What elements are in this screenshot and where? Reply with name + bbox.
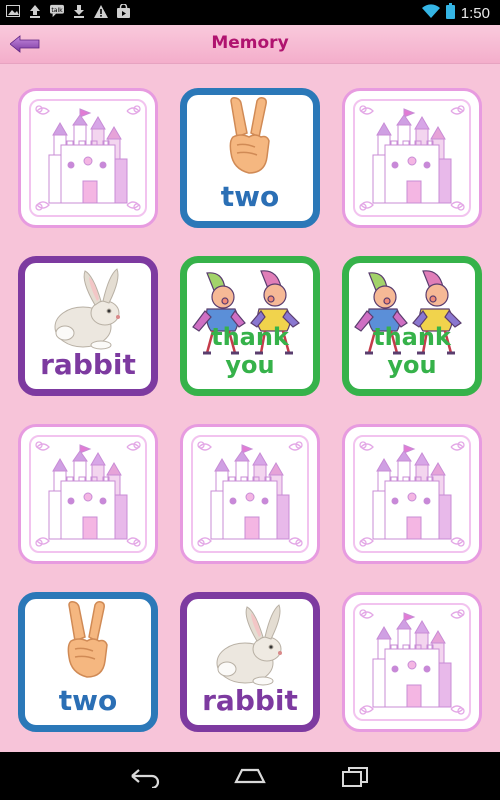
page-title: Memory	[211, 33, 289, 53]
memory-card-rabbit[interactable]: rabbit	[18, 256, 158, 396]
upload-icon	[28, 4, 42, 18]
title-bar: Memory	[0, 25, 500, 64]
memory-card-grid: two rabbit thank you thank you two rabbi…	[18, 88, 482, 738]
castle-icon	[35, 441, 141, 547]
memory-card-two[interactable]: two	[180, 88, 320, 228]
nav-recent-apps-button[interactable]	[338, 764, 372, 788]
nav-home-button[interactable]	[233, 764, 267, 788]
card-image	[205, 601, 295, 691]
two-fingers-icon	[67, 601, 108, 678]
memory-card-facedown[interactable]	[342, 88, 482, 228]
castle-icon	[359, 105, 465, 211]
app-screen: Memory two rabbit thank you thank you tw…	[0, 25, 500, 752]
warning-icon	[94, 4, 108, 18]
rabbit-icon	[54, 268, 120, 350]
two-fingers-icon	[229, 97, 270, 174]
card-word: rabbit	[202, 684, 298, 717]
card-image	[349, 95, 475, 225]
memory-card-thank-you[interactable]: thank you	[180, 256, 320, 396]
back-icon	[131, 769, 160, 790]
card-image	[25, 95, 151, 225]
notification-icons: talk	[6, 4, 130, 18]
card-word: thank you	[373, 323, 451, 379]
navigation-bar	[0, 752, 500, 800]
clock: 1:50	[460, 4, 490, 22]
card-word: rabbit	[40, 348, 136, 381]
image-notification-icon	[6, 4, 20, 18]
home-icon	[234, 768, 266, 784]
memory-card-facedown[interactable]	[18, 424, 158, 564]
memory-card-thank-you[interactable]: thank you	[342, 256, 482, 396]
castle-icon	[197, 441, 303, 547]
battery-icon	[445, 3, 455, 23]
memory-card-rabbit[interactable]: rabbit	[180, 592, 320, 732]
recent-apps-icon	[342, 767, 368, 787]
card-image	[25, 431, 151, 561]
system-indicators: 1:50	[421, 3, 490, 23]
memory-card-facedown[interactable]	[180, 424, 320, 564]
castle-icon	[35, 105, 141, 211]
card-word: two	[58, 684, 118, 717]
rabbit-icon	[216, 604, 282, 686]
card-image	[53, 601, 123, 685]
status-bar: talk 1:50	[0, 0, 500, 25]
memory-card-facedown[interactable]	[342, 424, 482, 564]
castle-icon	[359, 441, 465, 547]
download-icon	[72, 4, 86, 18]
card-image	[215, 97, 285, 181]
talk-icon: talk	[50, 4, 64, 18]
card-image	[43, 265, 133, 355]
shopping-bag-icon	[116, 4, 130, 18]
card-word: two	[220, 180, 280, 213]
card-image	[349, 431, 475, 561]
memory-card-two[interactable]: two	[18, 592, 158, 732]
card-image	[349, 599, 475, 729]
memory-card-facedown[interactable]	[18, 88, 158, 228]
nav-back-button[interactable]	[128, 764, 162, 790]
svg-text:talk: talk	[51, 7, 63, 14]
card-image	[187, 431, 313, 561]
memory-card-facedown[interactable]	[342, 592, 482, 732]
card-word: thank you	[211, 323, 289, 379]
castle-icon	[359, 609, 465, 715]
wifi-icon	[421, 4, 440, 22]
